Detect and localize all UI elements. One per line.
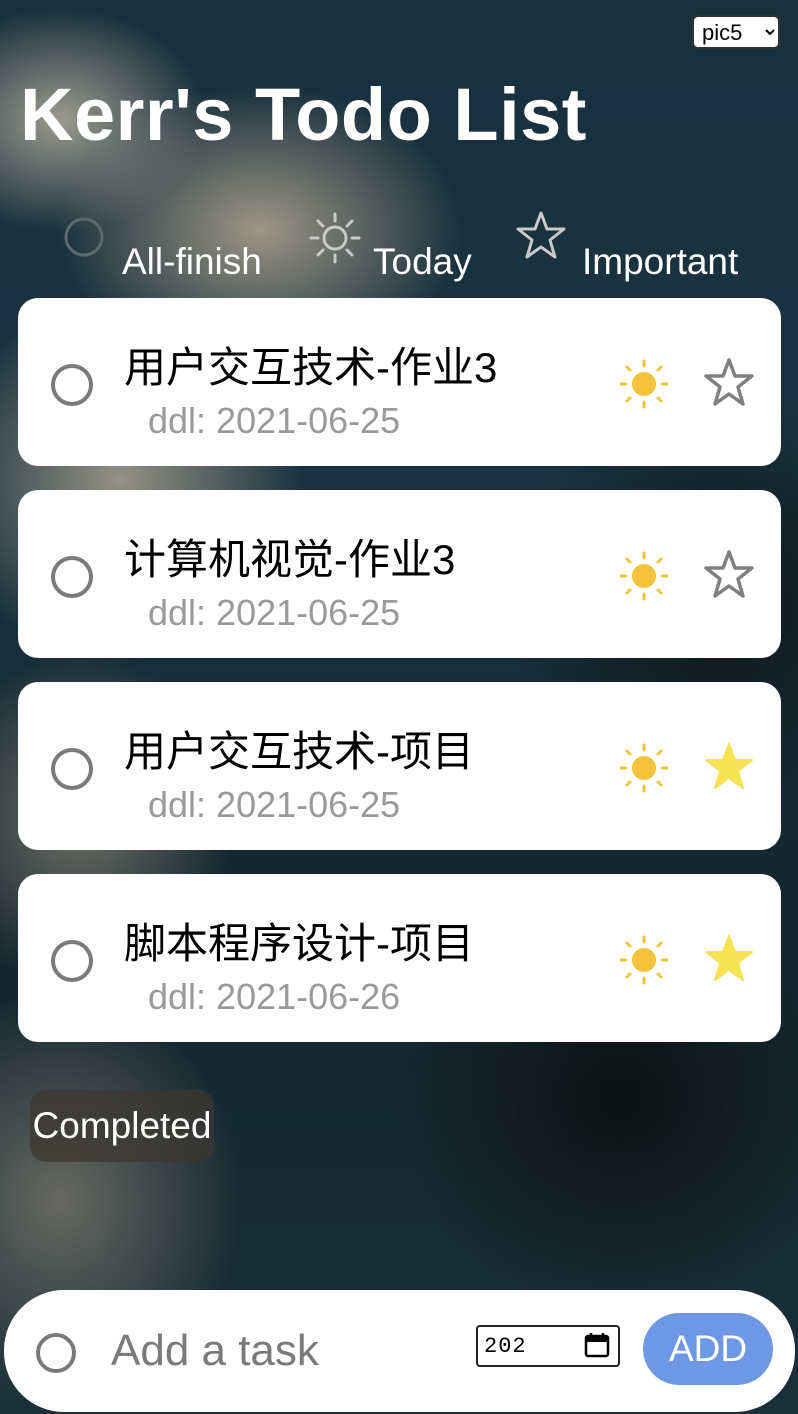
task-card: 用户交互技术-作业3 ddl: 2021-06-25 [18,298,781,466]
star-outline-icon[interactable] [702,548,756,602]
task-title: 计算机视觉-作业3 [124,536,456,583]
page-title: Kerr's Todo List [20,73,587,156]
filter-label: All-finish [122,241,262,282]
task-card: 用户交互技术-项目 ddl: 2021-06-25 [18,682,781,850]
task-checkbox[interactable] [51,364,93,406]
background-picker: pic5 [692,15,780,49]
star-outline-icon[interactable] [702,356,756,410]
date-value: 202 [484,1334,527,1359]
task-title: 用户交互技术-项目 [124,728,474,775]
task-title: 用户交互技术-作业3 [124,344,498,391]
deadline-date-input[interactable]: 202 [476,1325,620,1367]
task-deadline: ddl: 2021-06-25 [148,592,401,633]
sun-icon[interactable] [618,550,670,602]
calendar-icon[interactable] [584,1332,610,1358]
task-title: 脚本程序设计-项目 [124,920,474,967]
task-deadline: ddl: 2021-06-26 [148,976,401,1017]
task-card: 计算机视觉-作业3 ddl: 2021-06-25 [18,490,781,658]
background-select[interactable]: pic5 [692,15,780,49]
sun-icon[interactable] [618,934,670,986]
task-checkbox[interactable] [51,940,93,982]
circle-icon [64,217,104,257]
filter-label: Important [582,241,739,282]
star-filled-icon[interactable] [702,740,756,794]
add-button[interactable]: ADD [643,1313,773,1385]
add-task-input[interactable] [109,1320,453,1382]
sun-icon [309,212,361,264]
sun-icon[interactable] [618,742,670,794]
sun-icon[interactable] [618,358,670,410]
task-deadline: ddl: 2021-06-25 [148,400,401,441]
add-task-bar: 202 ADD [4,1290,795,1412]
completed-toggle-button[interactable]: Completed [30,1090,214,1162]
task-checkbox[interactable] [51,748,93,790]
filter-label: Today [373,241,472,282]
filter-bar: All-finish Today Important [0,205,798,285]
star-filled-icon[interactable] [702,932,756,986]
new-task-checkbox[interactable] [36,1333,76,1373]
task-checkbox[interactable] [51,556,93,598]
task-card: 脚本程序设计-项目 ddl: 2021-06-26 [18,874,781,1042]
task-deadline: ddl: 2021-06-25 [148,784,401,825]
star-outline-icon [516,211,566,259]
